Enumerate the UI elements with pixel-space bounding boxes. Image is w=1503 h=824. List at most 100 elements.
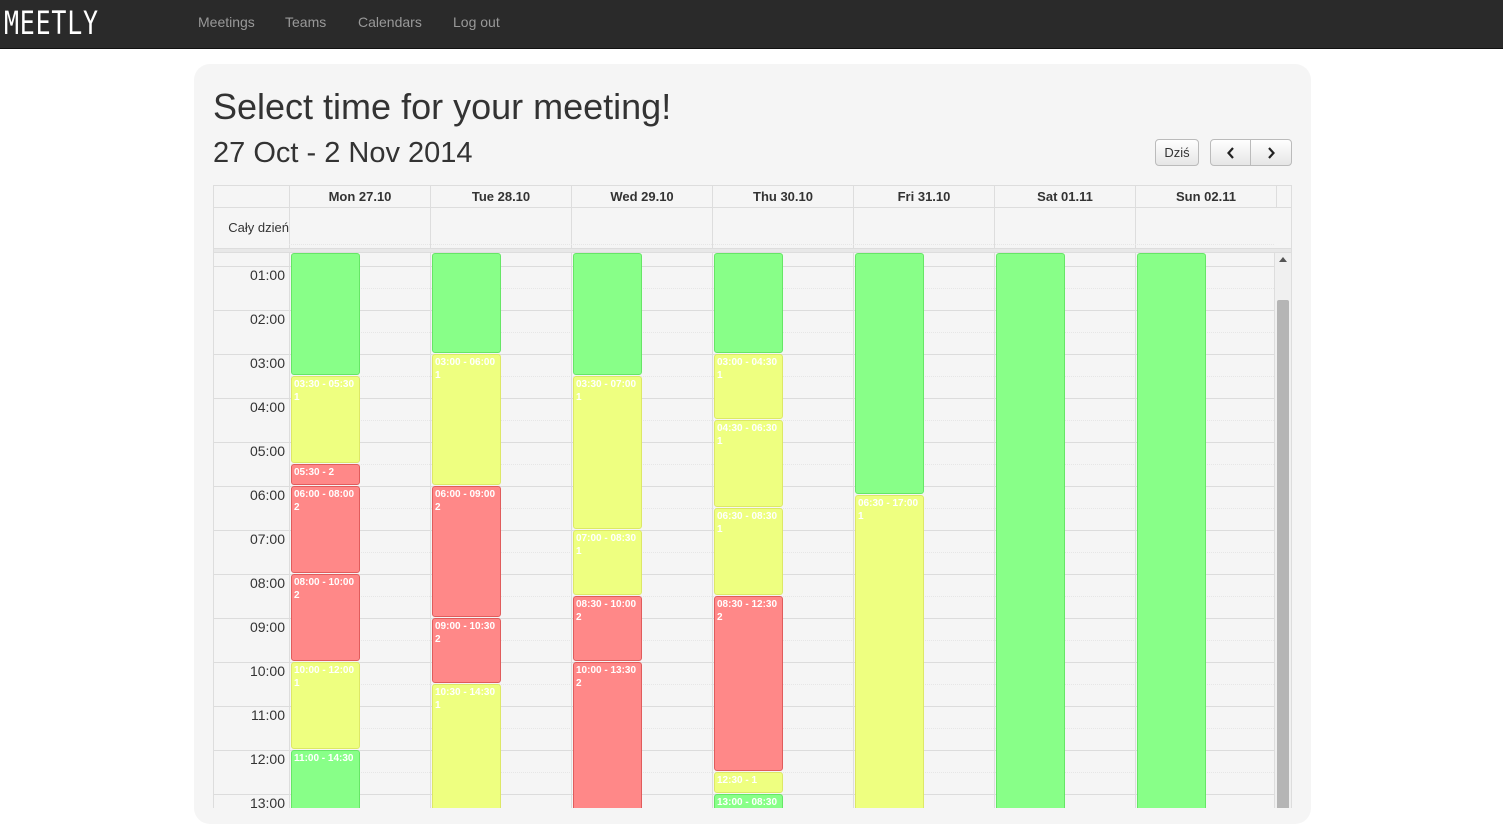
availability-slot-partial[interactable]: 07:00 - 08:30 1 [573, 530, 642, 595]
availability-slot-free[interactable] [573, 253, 642, 375]
all-day-cell[interactable] [1135, 208, 1277, 248]
availability-slot-partial[interactable]: 06:30 - 17:00 1 [855, 494, 924, 808]
slot-time: 10:00 - 13:30 [576, 665, 637, 676]
availability-slot-partial[interactable]: 06:30 - 08:30 1 [714, 508, 783, 595]
all-day-row: Cały dzień [214, 208, 1291, 249]
slot-time: 06:00 - 09:00 [435, 489, 496, 500]
day-header: Tue 28.10 [430, 186, 571, 207]
availability-slot-partial[interactable]: 12:30 - 1 [714, 772, 783, 793]
page-title: Select time for your meeting! [213, 86, 672, 127]
slot-count: 1 [576, 392, 582, 403]
availability-slot-busy[interactable]: 09:00 - 10:30 2 [432, 618, 501, 683]
time-label: 10:00 [249, 663, 285, 679]
top-navbar: MEETLY Meetings Teams Calendars Log out [0, 0, 1503, 49]
availability-slot-busy[interactable]: 08:00 - 10:00 2 [291, 574, 360, 661]
scroll-up-arrow-icon[interactable] [1279, 257, 1287, 262]
slot-count: 2 [294, 502, 300, 513]
availability-slot-partial[interactable]: 03:30 - 05:30 1 [291, 376, 360, 463]
availability-slot-busy[interactable]: 08:30 - 12:30 2 [714, 596, 783, 771]
time-label: 02:00 [249, 311, 285, 327]
day-header: Fri 31.10 [853, 186, 994, 207]
slot-time: 07:00 - 08:30 [576, 533, 637, 544]
all-day-cell[interactable] [289, 208, 431, 248]
calendar-scrollbar[interactable] [1274, 253, 1291, 808]
availability-slot-free[interactable] [291, 253, 360, 375]
day-column-line [853, 253, 854, 808]
time-label: 12:00 [249, 751, 285, 767]
week-calendar: Mon 27.10 Tue 28.10 Wed 29.10 Thu 30.10 Fri … [213, 185, 1292, 808]
nav-meetings[interactable]: Meetings [198, 14, 255, 30]
slot-time: 06:00 - 08:00 [294, 489, 355, 500]
slot-count: 1 [294, 392, 300, 403]
week-range-title: 27 Oct - 2 Nov 2014 [213, 137, 473, 169]
nav-logout[interactable]: Log out [453, 14, 500, 30]
all-day-cell[interactable] [712, 208, 854, 248]
slot-time: 03:30 - 07:00 [576, 379, 637, 390]
day-column-line [1135, 253, 1136, 808]
availability-slot-busy[interactable]: 10:00 - 13:30 2 [573, 662, 642, 808]
availability-slot-partial[interactable]: 10:00 - 12:00 1 [291, 662, 360, 749]
day-column-line [994, 253, 995, 808]
slot-count: 1 [717, 524, 723, 535]
availability-slot-busy[interactable]: 05:30 - 2 [291, 464, 360, 485]
slot-time: 13:00 - 08:30 [717, 797, 778, 808]
availability-slot-partial[interactable]: 10:30 - 14:30 1 [432, 684, 501, 808]
time-label: 11:00 [251, 707, 285, 723]
day-header: Thu 30.10 [712, 186, 853, 207]
prev-week-button[interactable] [1210, 139, 1251, 166]
slot-time: 10:00 - 12:00 [294, 665, 355, 676]
availability-slot-busy[interactable]: 06:00 - 08:00 2 [291, 486, 360, 573]
slot-time: 11:00 - 14:30 [294, 753, 354, 764]
availability-slot-free[interactable]: 13:00 - 08:30 [714, 794, 783, 808]
availability-slot-partial[interactable]: 03:30 - 07:00 1 [573, 376, 642, 529]
brand-logo[interactable]: MEETLY [4, 4, 99, 42]
time-label: 09:00 [249, 619, 285, 635]
day-column-line [289, 253, 290, 808]
today-button[interactable]: Dziś [1155, 139, 1199, 166]
availability-slot-busy[interactable]: 06:00 - 09:00 2 [432, 486, 501, 617]
slot-time: 04:30 - 06:30 [717, 423, 778, 434]
all-day-cell[interactable] [571, 208, 713, 248]
slot-time: 03:30 - 05:30 [294, 379, 355, 390]
time-label: 13:00 [249, 795, 285, 808]
all-day-label: Cały dzień [228, 220, 289, 235]
availability-slot-free[interactable] [996, 253, 1065, 808]
slot-count: 1 [294, 678, 300, 689]
slot-time: 08:30 - 10:00 [576, 599, 637, 610]
slot-count: 1 [435, 700, 441, 711]
slot-count: 2 [294, 590, 300, 601]
slot-count: 2 [717, 612, 723, 623]
time-label: 04:00 [249, 399, 285, 415]
time-label: 06:00 [249, 487, 285, 503]
availability-slot-partial[interactable]: 03:00 - 04:30 1 [714, 354, 783, 419]
nav-calendars[interactable]: Calendars [358, 14, 422, 30]
slot-time: 03:00 - 04:30 [717, 357, 778, 368]
slot-time: 12:30 - 1 [717, 775, 758, 786]
time-label: 07:00 [249, 531, 285, 547]
time-label: 01:00 [249, 267, 285, 283]
availability-slot-partial[interactable]: 03:00 - 06:00 1 [432, 354, 501, 485]
availability-slot-free[interactable] [1137, 253, 1206, 808]
scroll-thumb[interactable] [1277, 300, 1289, 808]
all-day-cell[interactable] [430, 208, 572, 248]
day-header-row: Mon 27.10 Tue 28.10 Wed 29.10 Thu 30.10 Fri … [214, 186, 1291, 208]
availability-slot-free[interactable]: 11:00 - 14:30 [291, 750, 360, 808]
slot-count: 2 [576, 678, 582, 689]
availability-slot-free[interactable] [855, 253, 924, 494]
next-week-button[interactable] [1250, 139, 1292, 166]
availability-slot-free[interactable] [432, 253, 501, 353]
all-day-cell[interactable] [853, 208, 995, 248]
time-grid[interactable]: 01:00 02:00 03:00 04:00 05:00 06:00 07:00 08:00… [214, 244, 1277, 808]
slot-count: 2 [435, 502, 441, 513]
nav-teams[interactable]: Teams [285, 14, 326, 30]
all-day-cell[interactable] [994, 208, 1136, 248]
availability-slot-partial[interactable]: 04:30 - 06:30 1 [714, 420, 783, 507]
availability-slot-free[interactable] [714, 253, 783, 353]
slot-count: 1 [717, 370, 723, 381]
availability-slot-busy[interactable]: 08:30 - 10:00 2 [573, 596, 642, 661]
slot-count: 2 [435, 634, 441, 645]
slot-time: 06:30 - 17:00 [858, 497, 919, 509]
slot-time: 03:00 - 06:00 [435, 357, 496, 368]
header-spacer [1276, 186, 1291, 207]
time-label: 08:00 [249, 575, 285, 591]
